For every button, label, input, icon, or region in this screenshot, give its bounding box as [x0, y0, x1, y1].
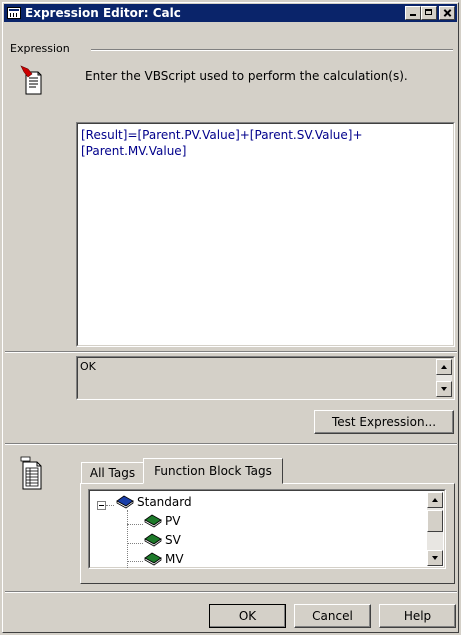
calculator-icon [7, 7, 21, 19]
tree-node-standard[interactable]: Standard [115, 495, 192, 509]
tree-node-mv[interactable]: MV [143, 552, 184, 566]
scroll-thumb[interactable] [427, 510, 443, 532]
scroll-up-button[interactable] [436, 359, 452, 375]
scroll-down-button[interactable] [436, 381, 452, 397]
ok-button[interactable]: OK [209, 604, 286, 628]
close-icon[interactable] [439, 6, 455, 20]
document-icon [20, 65, 42, 95]
tab-function-block-tags[interactable]: Function Block Tags [143, 458, 283, 484]
expression-text: [Result]=[Parent.PV.Value]+[Parent.SV.Va… [81, 128, 363, 158]
expression-group-label: Expression [10, 42, 74, 55]
scroll-up-button[interactable] [427, 492, 443, 508]
expression-textarea[interactable]: [Result]=[Parent.PV.Value]+[Parent.SV.Va… [76, 122, 455, 347]
expression-editor-window: Expression Editor: Calc Expression Enter… [0, 0, 461, 635]
tree-scrollbar[interactable] [427, 492, 443, 566]
result-text: OK [80, 360, 96, 373]
tree-label-pv: PV [165, 514, 181, 528]
book-icon [144, 552, 162, 566]
tree-label-mv: MV [165, 552, 184, 566]
instruction-text: Enter the VBScript used to perform the c… [85, 69, 408, 83]
book-icon [116, 495, 134, 509]
result-box[interactable]: OK [76, 356, 455, 400]
maximize-icon[interactable] [421, 6, 437, 20]
collapse-icon[interactable] [97, 501, 106, 510]
separator [5, 351, 457, 353]
tree-label-standard: Standard [137, 495, 192, 509]
tree-node-sv[interactable]: SV [143, 533, 181, 547]
tab-all-tags[interactable]: All Tags [81, 462, 144, 483]
tag-tree[interactable]: Standard PV SV MV [88, 489, 446, 569]
test-expression-button[interactable]: Test Expression... [314, 410, 454, 434]
group-divider [91, 49, 453, 51]
minimize-icon[interactable] [405, 6, 421, 20]
title-bar[interactable]: Expression Editor: Calc [4, 4, 457, 22]
book-icon [144, 533, 162, 547]
help-button[interactable]: Help [379, 604, 456, 628]
separator [5, 591, 457, 593]
tags-document-icon [20, 456, 42, 490]
result-scrollbar[interactable] [436, 359, 452, 397]
cancel-button[interactable]: Cancel [294, 604, 371, 628]
book-icon [144, 514, 162, 528]
tree-node-pv[interactable]: PV [143, 514, 180, 528]
tree-label-sv: SV [165, 533, 181, 547]
scroll-down-button[interactable] [427, 550, 443, 566]
separator [5, 443, 457, 445]
window-title: Expression Editor: Calc [25, 6, 181, 20]
